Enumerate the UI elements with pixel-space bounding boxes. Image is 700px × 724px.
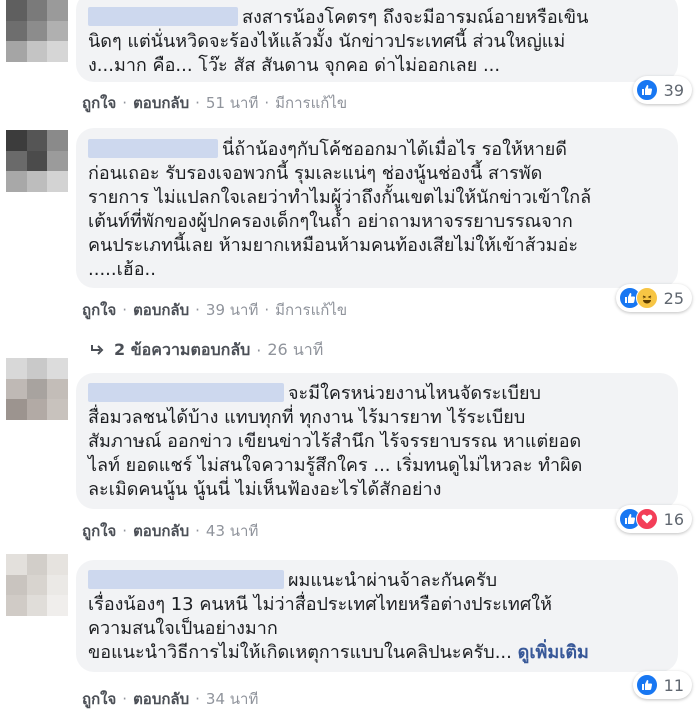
replies-count-label[interactable]: 2 ข้อความตอบกลับ (114, 338, 250, 363)
blurred-username[interactable] (88, 139, 218, 158)
avatar[interactable] (6, 130, 68, 192)
comment-bubble: ผมแนะนำผ่านจ้าละกันครับ เรื่องน้องๆ 13 ค… (76, 560, 678, 672)
edited-label: มีการแก้ไข (275, 301, 348, 319)
reply-link[interactable]: ตอบกลับ (133, 687, 189, 711)
like-reaction-icon (635, 674, 658, 696)
reaction-badge[interactable]: 16 (615, 505, 692, 533)
see-more-link[interactable]: ดูเพิ่มเติม (518, 642, 589, 663)
avatar[interactable] (6, 358, 68, 420)
reaction-count: 11 (663, 675, 684, 695)
reaction-count: 16 (663, 509, 684, 529)
comment-bubble: นี่ถ้าน้องๆกับโค้ชออกมาได้เมื่อไร รอให้ห… (76, 128, 678, 288)
reply-link[interactable]: ตอบกลับ (133, 298, 189, 322)
comment-bubble: จะมีใครหน่วยงานไหนจัดระเบียบ สื่อมวลชนได… (76, 373, 678, 509)
reaction-badge[interactable]: 39 (632, 76, 692, 104)
comment-actions: ถูกใจ · ตอบกลับ · 43 นาที (82, 519, 258, 543)
timestamp[interactable]: 51 นาที (206, 91, 258, 115)
avatar[interactable] (6, 0, 68, 62)
blurred-username[interactable] (88, 570, 284, 589)
reply-link[interactable]: ตอบกลับ (133, 519, 189, 543)
reaction-count: 39 (663, 80, 684, 100)
reply-arrow-icon (90, 341, 104, 360)
timestamp[interactable]: 34 นาที (206, 687, 258, 711)
blurred-username[interactable] (88, 383, 284, 402)
comment-actions: ถูกใจ · ตอบกลับ · 34 นาที (82, 687, 258, 711)
love-reaction-icon (635, 508, 658, 530)
like-reaction-icon (635, 79, 658, 101)
view-replies-link[interactable]: 2 ข้อความตอบกลับ · 26 นาที (90, 338, 323, 363)
timestamp[interactable]: 39 นาที (206, 298, 258, 322)
reaction-badge[interactable]: 11 (632, 671, 692, 699)
blurred-username[interactable] (88, 7, 238, 26)
comment-text: นี่ถ้าน้องๆกับโค้ชออกมาได้เมื่อไร รอให้ห… (88, 139, 592, 280)
edited-label: มีการแก้ไข (275, 94, 348, 112)
like-link[interactable]: ถูกใจ (82, 91, 116, 115)
reply-link[interactable]: ตอบกลับ (133, 91, 189, 115)
timestamp[interactable]: 43 นาที (206, 519, 258, 543)
like-link[interactable]: ถูกใจ (82, 687, 116, 711)
avatar[interactable] (6, 554, 68, 616)
reaction-badge[interactable]: 25 (615, 284, 692, 312)
reaction-count: 25 (663, 288, 684, 308)
like-link[interactable]: ถูกใจ (82, 298, 116, 322)
comment-bubble: สงสารน้องโคตรๆ ถึงจะมีอารมณ์อายหรือเขิน … (76, 0, 678, 82)
haha-reaction-icon (635, 287, 658, 309)
comment-actions: ถูกใจ · ตอบกลับ · 39 นาที · มีการแก้ไข (82, 298, 347, 322)
like-link[interactable]: ถูกใจ (82, 519, 116, 543)
replies-timestamp: 26 นาที (267, 340, 324, 359)
comment-actions: ถูกใจ · ตอบกลับ · 51 นาที · มีการแก้ไข (82, 91, 347, 115)
